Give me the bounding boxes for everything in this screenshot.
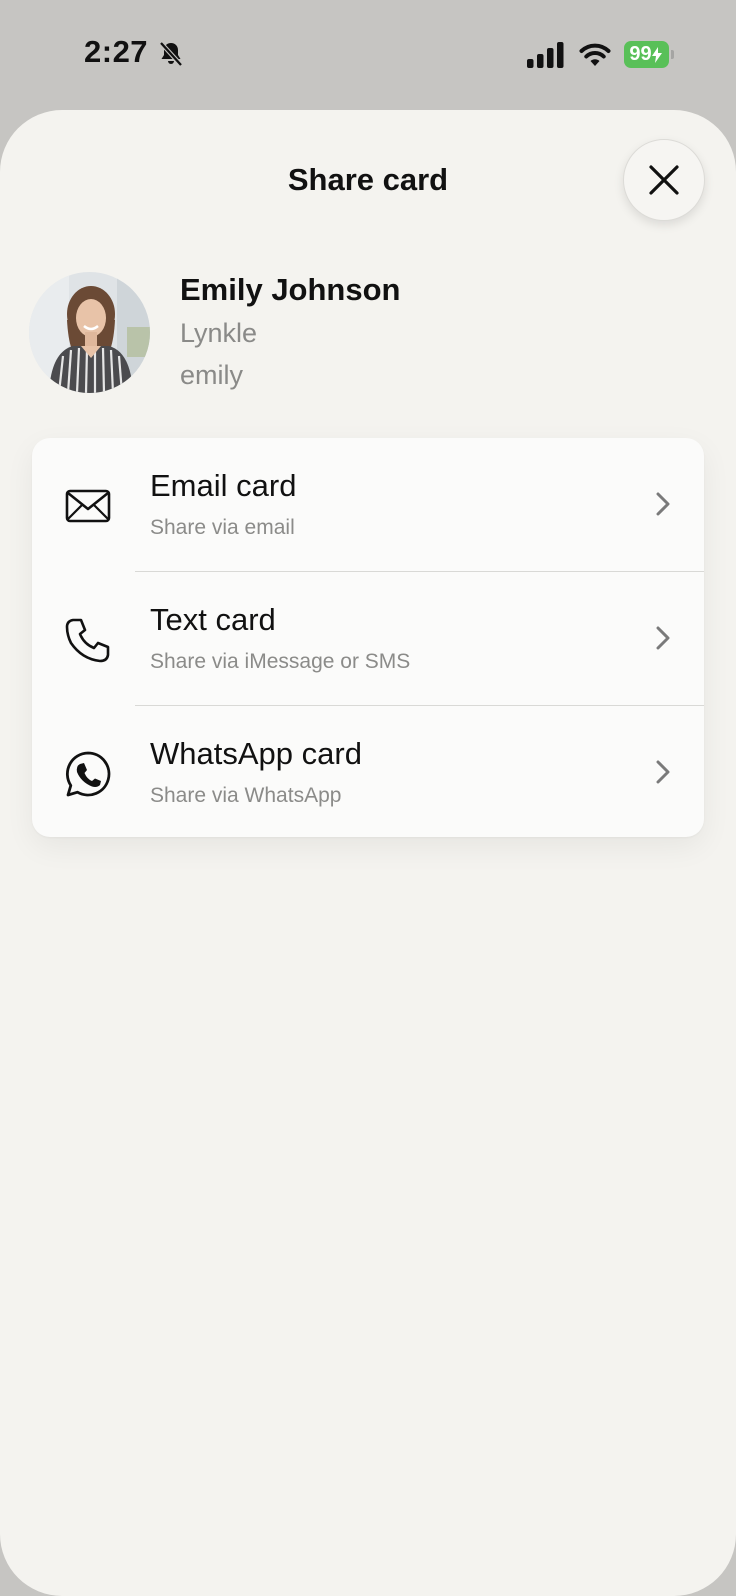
chevron-right-icon <box>656 760 670 784</box>
text-card-option[interactable]: Text card Share via iMessage or SMS <box>32 572 704 705</box>
whatsapp-icon <box>65 751 111 797</box>
battery-charging-icon: 99 <box>624 41 674 68</box>
battery-cap <box>671 50 674 59</box>
email-card-option[interactable]: Email card Share via email <box>32 438 704 571</box>
option-title: Email card <box>150 468 297 503</box>
bell-slash-icon <box>159 41 183 67</box>
option-subtitle: Share via email <box>150 516 295 539</box>
profile-photo <box>29 272 150 393</box>
status-bar: 2:27 99 <box>0 0 736 108</box>
envelope-icon <box>65 489 111 523</box>
battery-percent: 99 <box>629 43 652 65</box>
chevron-right-icon <box>656 492 670 516</box>
profile-name: Emily Johnson <box>180 272 401 307</box>
phone-icon <box>65 618 110 663</box>
wifi-icon <box>579 43 611 66</box>
chevron-right-icon <box>656 626 670 650</box>
close-button[interactable] <box>623 139 705 221</box>
option-subtitle: Share via iMessage or SMS <box>150 650 411 673</box>
profile-username: emily <box>180 360 244 390</box>
battery-level: 99 <box>624 41 669 68</box>
profile-company: Lynkle <box>180 318 258 348</box>
close-icon <box>649 165 679 195</box>
share-options-list: Email card Share via email Text card Sha… <box>32 438 704 837</box>
avatar <box>29 272 150 393</box>
cellular-signal-icon <box>527 42 564 68</box>
whatsapp-card-option[interactable]: WhatsApp card Share via WhatsApp <box>32 706 704 839</box>
option-subtitle: Share via WhatsApp <box>150 784 342 807</box>
status-time: 2:27 <box>84 34 149 69</box>
option-title: WhatsApp card <box>150 736 362 771</box>
option-title: Text card <box>150 602 276 637</box>
bolt-icon <box>651 46 662 63</box>
